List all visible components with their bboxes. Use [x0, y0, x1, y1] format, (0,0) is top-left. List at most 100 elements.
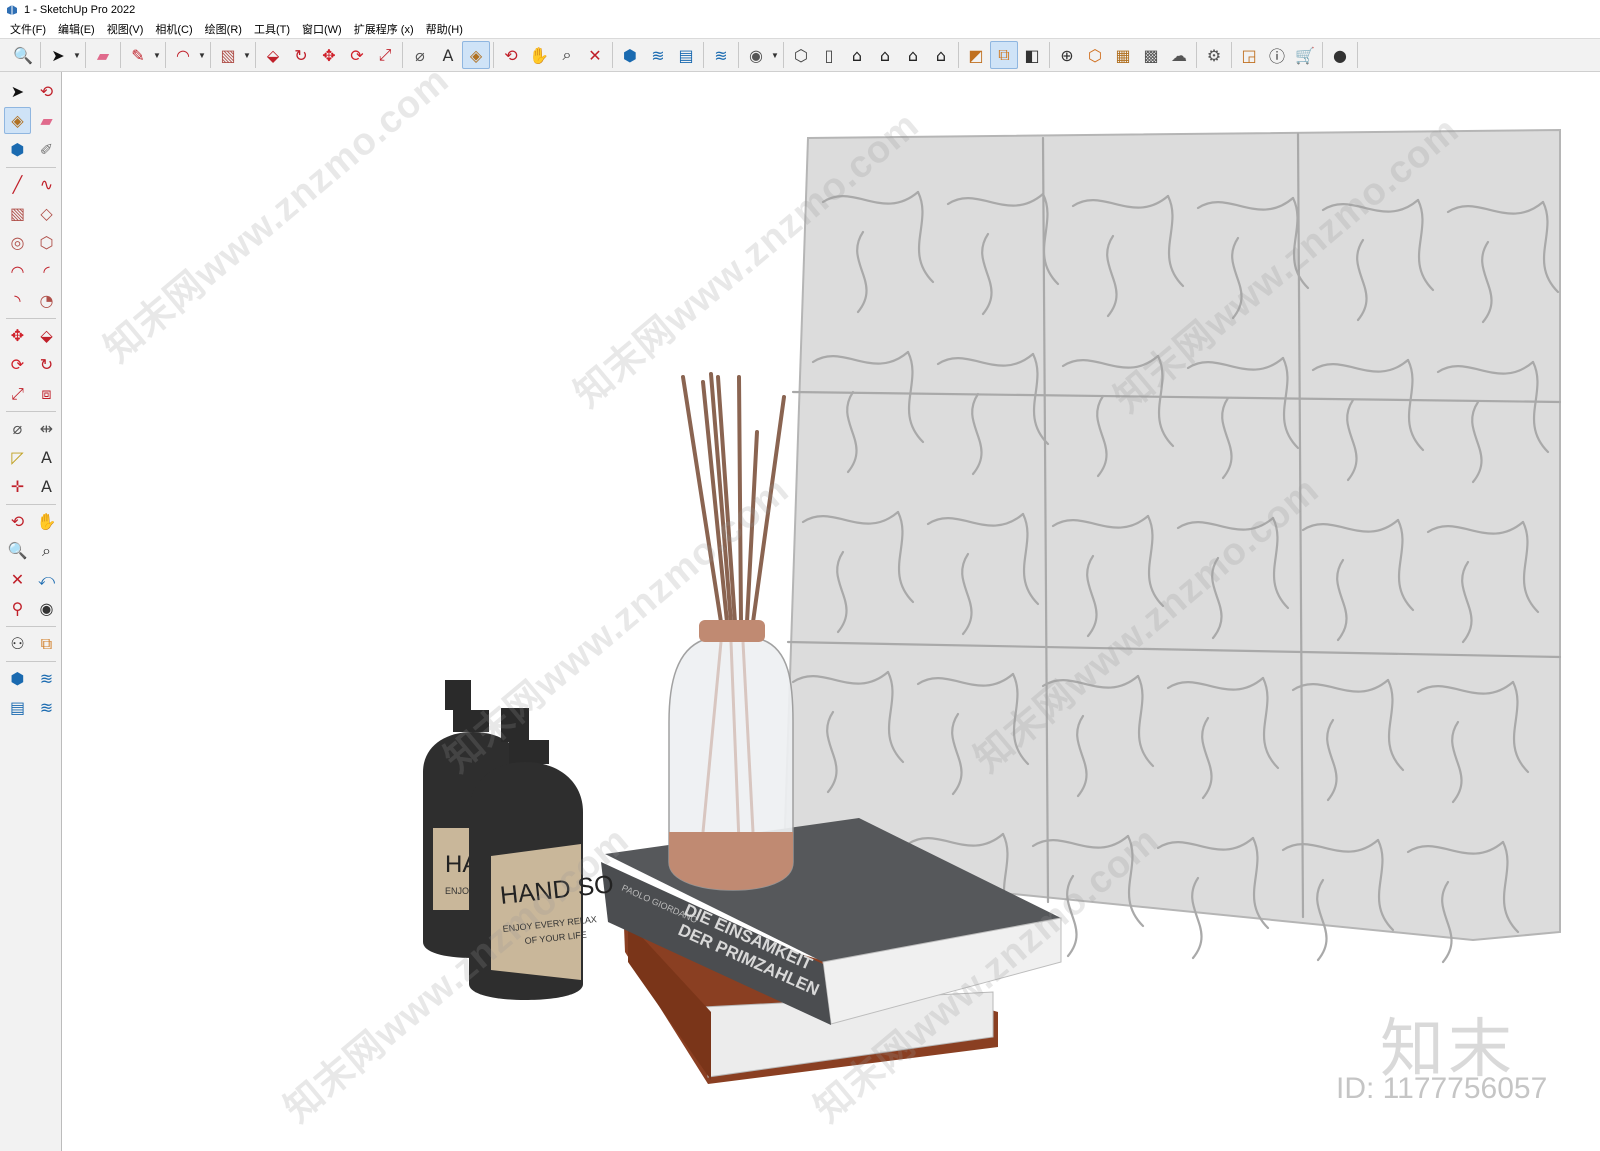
- wall-panel[interactable]: [781, 128, 1562, 964]
- arc-icon[interactable]: ◠: [4, 258, 31, 285]
- cloud-upload-icon[interactable]: ☁: [1165, 41, 1193, 69]
- sandbox-icon[interactable]: ≋: [707, 41, 735, 69]
- menu-view[interactable]: 视图(V): [101, 21, 150, 37]
- settings-icon[interactable]: ⚙: [1200, 41, 1228, 69]
- protractor-icon[interactable]: ◸: [4, 444, 31, 471]
- paint-bucket-icon[interactable]: ◈: [462, 41, 490, 69]
- axes-icon[interactable]: ✛: [4, 473, 31, 500]
- 3d-warehouse-icon[interactable]: ⬢: [616, 41, 644, 69]
- menu-window[interactable]: 窗口(W): [296, 21, 348, 37]
- match-photo-icon[interactable]: ▩: [1137, 41, 1165, 69]
- left-view-icon[interactable]: ⌂: [927, 41, 955, 69]
- rotate-icon[interactable]: ⟳: [4, 351, 31, 378]
- make-component-icon[interactable]: ⬢: [4, 136, 31, 163]
- scene-canvas[interactable]: PAOLO GIORDANO DIE EINSAMKEIT DER PRIMZA…: [63, 72, 1600, 1151]
- menu-help[interactable]: 帮助(H): [420, 21, 469, 37]
- back-view-icon[interactable]: ⌂: [899, 41, 927, 69]
- line-icon[interactable]: ╱: [4, 171, 31, 198]
- soap-bottles[interactable]: HA ENJO HAND SO ENJOY EVERY RELAX OF YOU…: [423, 680, 615, 1000]
- scale-icon[interactable]: ⤢: [4, 380, 31, 407]
- polygon-icon[interactable]: ⬡: [33, 229, 60, 256]
- arc-icon[interactable]: ◠: [169, 41, 197, 69]
- reed-diffuser[interactable]: [668, 372, 794, 891]
- zoom-window-icon[interactable]: ⌕: [33, 537, 60, 564]
- front-view-icon[interactable]: ⌂: [843, 41, 871, 69]
- menu-draw[interactable]: 绘图(R): [199, 21, 248, 37]
- section-plane-icon[interactable]: ⧉: [990, 41, 1018, 69]
- follow-me-icon[interactable]: ↻: [33, 351, 60, 378]
- zoom-icon[interactable]: 🔍: [4, 537, 31, 564]
- 3d-text-icon[interactable]: A: [33, 473, 60, 500]
- menu-camera[interactable]: 相机(C): [149, 21, 198, 37]
- paint-bucket-icon[interactable]: ◈: [4, 107, 31, 134]
- freehand-icon[interactable]: ∿: [33, 171, 60, 198]
- push-pull-icon[interactable]: ⬙: [33, 322, 60, 349]
- iso-view-icon[interactable]: ⬡: [787, 41, 815, 69]
- rectangle-icon[interactable]: ▧: [4, 200, 31, 227]
- section-display-icon[interactable]: ◧: [1018, 41, 1046, 69]
- move-icon[interactable]: ✥: [4, 322, 31, 349]
- orbit-icon[interactable]: ⟲: [4, 508, 31, 535]
- rotated-rectangle-icon[interactable]: ◇: [33, 200, 60, 227]
- pan-icon[interactable]: ✋: [33, 508, 60, 535]
- chevron-down-icon[interactable]: ▼: [770, 41, 780, 69]
- 3d-warehouse-icon[interactable]: ⬢: [4, 665, 31, 692]
- zoom-extents-icon[interactable]: ✕: [581, 41, 609, 69]
- add-location-icon[interactable]: ⊕: [1053, 41, 1081, 69]
- menu-edit[interactable]: 编辑(E): [52, 21, 101, 37]
- orbit-icon[interactable]: ⟲: [33, 78, 60, 105]
- chevron-down-icon[interactable]: ▼: [242, 41, 252, 69]
- scale-icon[interactable]: ⤢: [371, 41, 399, 69]
- rectangle-icon[interactable]: ▧: [214, 41, 242, 69]
- photo-texture-icon[interactable]: ⬡: [1081, 41, 1109, 69]
- walk-icon[interactable]: ⚇: [4, 630, 31, 657]
- sandbox-icon[interactable]: ≋: [33, 694, 60, 721]
- eraser-icon[interactable]: ▰: [89, 41, 117, 69]
- offset-icon[interactable]: ⧈: [33, 380, 60, 407]
- text-icon[interactable]: A: [434, 41, 462, 69]
- instructor-icon[interactable]: ◲: [1235, 41, 1263, 69]
- position-camera-icon[interactable]: ⚲: [4, 595, 31, 622]
- chevron-down-icon[interactable]: ▼: [72, 41, 82, 69]
- zoom-extents-icon[interactable]: ✕: [4, 566, 31, 593]
- pencil-icon[interactable]: ✎: [124, 41, 152, 69]
- previous-view-icon[interactable]: ⤺: [33, 566, 60, 593]
- move-icon[interactable]: ✥: [315, 41, 343, 69]
- right-view-icon[interactable]: ⌂: [871, 41, 899, 69]
- extension-warehouse-icon[interactable]: ≋: [33, 665, 60, 692]
- user-account-icon[interactable]: ◉: [742, 41, 770, 69]
- rotate-icon[interactable]: ⟳: [343, 41, 371, 69]
- pie-icon[interactable]: ◔: [33, 287, 60, 314]
- push-pull-icon[interactable]: ⬙: [259, 41, 287, 69]
- select-arrow-icon[interactable]: ➤: [4, 78, 31, 105]
- layout-icon[interactable]: ▤: [672, 41, 700, 69]
- layout-icon[interactable]: ▤: [4, 694, 31, 721]
- menu-file[interactable]: 文件(F): [4, 21, 52, 37]
- menu-extensions[interactable]: 扩展程序 (x): [348, 21, 420, 37]
- orbit-icon[interactable]: ⟲: [497, 41, 525, 69]
- menu-tools[interactable]: 工具(T): [248, 21, 296, 37]
- reports-icon[interactable]: ▦: [1109, 41, 1137, 69]
- select-arrow-icon[interactable]: ➤: [44, 41, 72, 69]
- cart-icon[interactable]: 🛒: [1291, 41, 1319, 69]
- pan-icon[interactable]: ✋: [525, 41, 553, 69]
- profile-icon[interactable]: ●: [1326, 41, 1354, 69]
- zoom-window-icon[interactable]: ⌕: [553, 41, 581, 69]
- two-point-arc-icon[interactable]: ◜: [33, 258, 60, 285]
- follow-me-icon[interactable]: ↻: [287, 41, 315, 69]
- extension-warehouse-icon[interactable]: ≋: [644, 41, 672, 69]
- tape-pencil-icon[interactable]: ✐: [33, 136, 60, 163]
- tape-measure-icon[interactable]: ⌀: [406, 41, 434, 69]
- dimension-icon[interactable]: ⇹: [33, 415, 60, 442]
- styles-icon[interactable]: ◩: [962, 41, 990, 69]
- section-plane-icon[interactable]: ⧉: [33, 630, 60, 657]
- circle-icon[interactable]: ◎: [4, 229, 31, 256]
- info-icon[interactable]: ⓘ: [1263, 41, 1291, 69]
- text-icon[interactable]: A: [33, 444, 60, 471]
- zoom-icon[interactable]: 🔍: [9, 41, 37, 69]
- tape-measure-icon[interactable]: ⌀: [4, 415, 31, 442]
- modeling-viewport[interactable]: PAOLO GIORDANO DIE EINSAMKEIT DER PRIMZA…: [63, 72, 1600, 1151]
- three-point-arc-icon[interactable]: ◝: [4, 287, 31, 314]
- look-around-icon[interactable]: ◉: [33, 595, 60, 622]
- chevron-down-icon[interactable]: ▼: [152, 41, 162, 69]
